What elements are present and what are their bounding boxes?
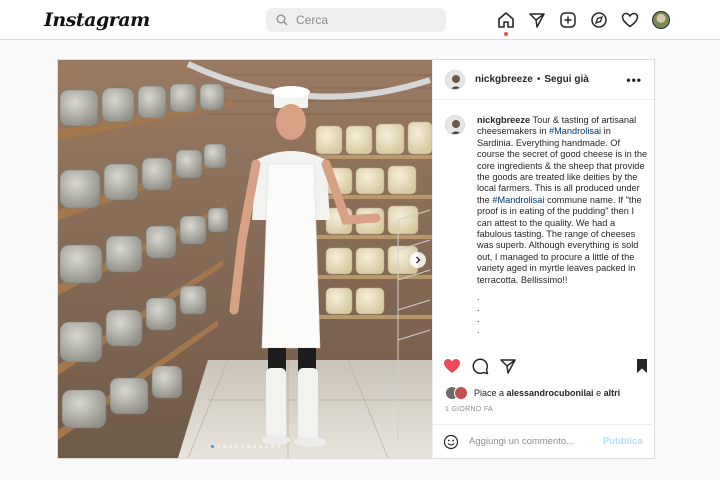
- avatar[interactable]: [445, 69, 465, 90]
- publish-button[interactable]: Pubblica: [603, 436, 643, 447]
- carousel-dot: [252, 445, 256, 448]
- post-header: nickgbreeze • Segui già •••: [433, 60, 654, 100]
- post-username[interactable]: nickgbreeze: [475, 74, 533, 85]
- caption-dot: .: [477, 314, 480, 325]
- caption-text: nickgbreeze Tour & tasting of artisanal …: [477, 115, 649, 286]
- nav-icons: [496, 10, 682, 36]
- activity-heart-icon[interactable]: [620, 10, 640, 30]
- search-icon: [276, 14, 288, 26]
- notification-dot: [504, 32, 508, 36]
- chevron-right-icon: [416, 256, 421, 264]
- likes-and: e: [593, 388, 604, 398]
- liker-username[interactable]: alessandrocubonilai: [507, 388, 594, 398]
- carousel-dot: [216, 445, 220, 448]
- avatar[interactable]: [445, 115, 465, 135]
- caption-dots: . . . .: [477, 292, 649, 336]
- heart-filled-icon: [444, 359, 460, 373]
- hashtag-link[interactable]: #Mandrolisai: [492, 195, 544, 205]
- home-icon[interactable]: [496, 10, 516, 36]
- top-navigation-bar: Instagram: [0, 0, 720, 40]
- carousel-dot: [264, 445, 268, 448]
- post-actions: [443, 357, 647, 379]
- instagram-logo[interactable]: Instagram: [44, 9, 150, 31]
- likes-others-link[interactable]: altri: [604, 388, 621, 398]
- caption-part: commune name. If "the proof is in eating…: [477, 194, 642, 285]
- separator: •: [536, 74, 541, 85]
- search-box[interactable]: [266, 8, 446, 32]
- carousel-dot: [258, 445, 262, 448]
- carousel-dot: [210, 445, 214, 448]
- caption-dot: .: [477, 325, 480, 336]
- comment-box: Pubblica: [433, 424, 655, 458]
- like-button[interactable]: [443, 357, 461, 375]
- carousel-dot: [276, 445, 280, 448]
- explore-icon[interactable]: [589, 10, 609, 30]
- post-sidebar: nickgbreeze • Segui già ••• nickgbreeze …: [432, 60, 655, 458]
- post-photo[interactable]: [58, 60, 432, 458]
- cheese-cellar-image: [58, 60, 432, 458]
- emoji-icon[interactable]: [443, 434, 459, 450]
- avatar: [454, 386, 468, 400]
- direct-icon: [500, 359, 516, 374]
- more-options-icon[interactable]: •••: [626, 73, 642, 87]
- post-card: nickgbreeze • Segui già ••• nickgbreeze …: [57, 59, 655, 459]
- share-button[interactable]: [499, 357, 517, 375]
- post-caption: nickgbreeze Tour & tasting of artisanal …: [445, 115, 649, 336]
- avatar: [652, 11, 670, 29]
- comment-button[interactable]: [471, 357, 489, 375]
- search-input[interactable]: [296, 13, 436, 27]
- hashtag-link[interactable]: #Mandrolisai: [549, 126, 601, 136]
- carousel-dot: [246, 445, 250, 448]
- carousel-dot: [234, 445, 238, 448]
- likes-summary: Piace a alessandrocubonilai e altri: [445, 386, 620, 400]
- likes-text: Piace a alessandrocubonilai e altri: [474, 388, 620, 398]
- carousel-dot: [240, 445, 244, 448]
- caption-dot: .: [477, 303, 480, 314]
- caption-part: in Sardinia. Everything handmade. Of cou…: [477, 126, 648, 205]
- following-button[interactable]: Segui già: [544, 74, 588, 85]
- bookmark-filled-icon: [637, 359, 647, 373]
- carousel-dot: [222, 445, 226, 448]
- profile-avatar[interactable]: [651, 10, 671, 30]
- likes-prefix: Piace a: [474, 388, 507, 398]
- caption-username[interactable]: nickgbreeze: [477, 115, 530, 125]
- next-photo-button[interactable]: [410, 252, 426, 268]
- direct-icon[interactable]: [527, 10, 547, 30]
- post-timestamp[interactable]: 1 GIORNO FA: [445, 406, 493, 413]
- comment-icon: [472, 358, 489, 375]
- comment-input[interactable]: [469, 436, 599, 447]
- carousel-dot: [228, 445, 232, 448]
- carousel-indicator: [58, 445, 432, 448]
- new-post-icon[interactable]: [558, 10, 578, 30]
- carousel-dot: [270, 445, 274, 448]
- caption-dot: .: [477, 292, 480, 303]
- save-button[interactable]: [633, 357, 651, 375]
